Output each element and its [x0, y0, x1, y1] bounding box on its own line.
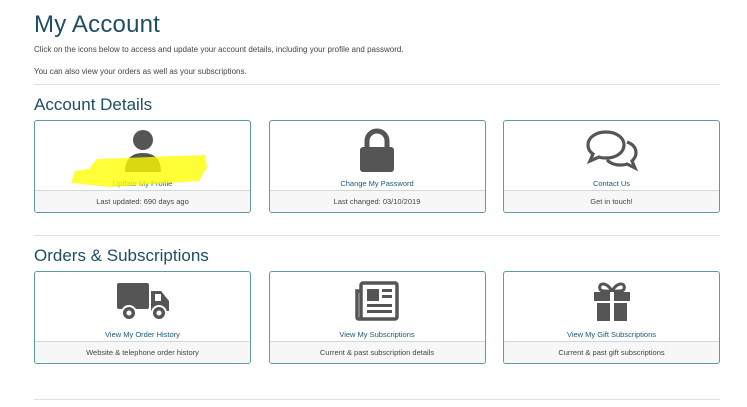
user-icon	[115, 128, 171, 172]
newspaper-icon	[349, 279, 405, 323]
subscriptions-link[interactable]: View My Subscriptions	[339, 330, 414, 340]
gift-icon	[584, 279, 640, 323]
divider	[34, 235, 720, 236]
order-history-footer: Website & telephone order history	[35, 341, 250, 363]
account-details-heading: Account Details	[34, 95, 153, 114]
orders-subscriptions-heading: Orders & Subscriptions	[34, 246, 209, 265]
divider	[34, 399, 720, 400]
subscriptions-footer: Current & past subscription details	[269, 341, 485, 363]
contact-us-card[interactable]: Contact Us Get in touch!	[503, 120, 720, 213]
order-history-card[interactable]: View My Order History Website & telephon…	[34, 271, 251, 364]
gift-subscriptions-card[interactable]: View My Gift Subscriptions Current & pas…	[503, 271, 720, 364]
subscriptions-card[interactable]: View My Subscriptions Current & past sub…	[268, 271, 486, 364]
my-account-page: My Account Click on the icons below to a…	[34, 10, 720, 400]
card-body: Change My Password	[270, 121, 485, 192]
order-history-link[interactable]: View My Order History	[105, 330, 180, 340]
page-title: My Account	[34, 11, 161, 38]
change-password-link[interactable]: Change My Password	[340, 179, 413, 189]
contact-us-link[interactable]: Contact Us	[593, 179, 630, 189]
change-password-card[interactable]: Change My Password Last changed: 03/10/2…	[268, 120, 486, 213]
update-profile-footer: Last updated: 690 days ago	[35, 190, 250, 212]
card-body: Update My Profile	[35, 121, 250, 192]
lock-icon	[349, 128, 405, 172]
truck-icon	[115, 279, 171, 323]
card-body: View My Order History	[35, 272, 250, 343]
change-password-footer: Last changed: 03/10/2019	[269, 190, 485, 212]
chat-bubbles-icon	[584, 128, 640, 172]
intro-text-orders: You can also view your orders as well as…	[34, 67, 247, 76]
card-body: Contact Us	[504, 121, 719, 192]
gift-subscriptions-footer: Current & past gift subscriptions	[504, 341, 719, 363]
divider	[34, 84, 720, 85]
orders-subscriptions-cards: View My Order History Website & telephon…	[34, 271, 720, 364]
account-details-cards: Update My Profile Last updated: 690 days…	[34, 120, 720, 213]
update-profile-link[interactable]: Update My Profile	[113, 179, 173, 189]
card-body: View My Subscriptions	[270, 272, 485, 343]
gift-subscriptions-link[interactable]: View My Gift Subscriptions	[567, 330, 656, 340]
contact-us-footer: Get in touch!	[504, 190, 719, 212]
card-body: View My Gift Subscriptions	[504, 272, 719, 343]
update-profile-card[interactable]: Update My Profile Last updated: 690 days…	[34, 120, 251, 213]
intro-text: Click on the icons below to access and u…	[34, 45, 404, 54]
